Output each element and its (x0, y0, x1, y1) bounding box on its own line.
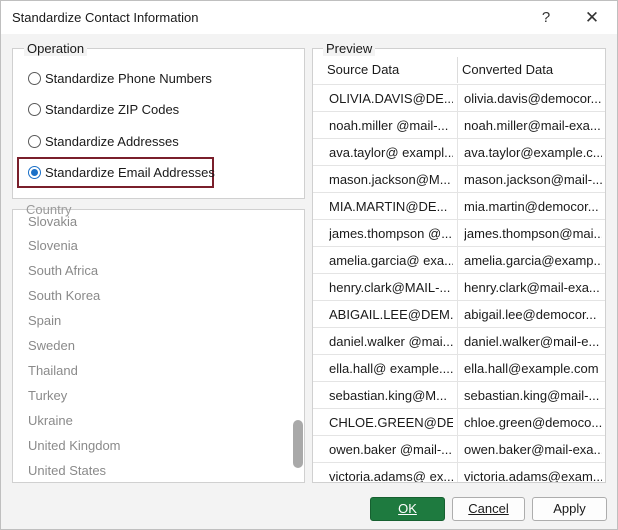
ok-button-label: OK (398, 501, 417, 516)
table-row: victoria.adams@ ex... victoria.adams@exam… (313, 462, 605, 483)
converted-cell: olivia.davis@democor... (464, 91, 602, 106)
cancel-button[interactable]: Cancel (452, 497, 525, 521)
column-divider (457, 84, 458, 482)
country-item[interactable]: Slovenia (28, 238, 78, 253)
dialog-title: Standardize Contact Information (12, 10, 199, 25)
source-cell: daniel.walker @mai... (329, 334, 453, 349)
source-cell: mason.jackson@M... (329, 172, 451, 187)
preview-label: Preview (323, 41, 376, 56)
preview-table: Source Data Converted Data OLIVIA.DAVIS@… (312, 48, 606, 483)
table-row: ava.taylor@ exampl... ava.taylor@example.… (313, 138, 605, 165)
table-row: OLIVIA.DAVIS@DE... olivia.davis@democor..… (313, 84, 605, 111)
country-item[interactable]: United Kingdom (28, 438, 121, 453)
radio-zip-codes[interactable]: Standardize ZIP Codes (28, 96, 179, 122)
source-cell: james.thompson @... (329, 226, 453, 241)
column-header-source: Source Data (327, 62, 400, 77)
table-row: daniel.walker @mai... daniel.walker@mail-… (313, 327, 605, 354)
table-row: amelia.garcia@ exa... amelia.garcia@examp… (313, 246, 605, 273)
cancel-button-label: Cancel (468, 501, 509, 516)
converted-cell: victoria.adams@exam... (464, 469, 602, 483)
radio-email-addresses-label: Standardize Email Addresses (45, 164, 215, 180)
converted-cell: amelia.garcia@examp... (464, 253, 602, 268)
country-item[interactable]: South Africa (28, 263, 98, 278)
country-item[interactable]: Turkey (28, 388, 67, 403)
table-row: james.thompson @... james.thompson@mai... (313, 219, 605, 246)
radio-zip-codes-label: Standardize ZIP Codes (45, 101, 180, 117)
table-row: owen.baker @mail-... owen.baker@mail-exa.… (313, 435, 605, 462)
country-item[interactable]: Thailand (28, 363, 78, 378)
source-cell: MIA.MARTIN@DE... (329, 199, 448, 214)
radio-addresses[interactable]: Standardize Addresses (28, 128, 179, 154)
country-item[interactable]: United States (28, 463, 106, 478)
column-header-converted: Converted Data (462, 62, 554, 77)
country-item[interactable]: Sweden (28, 338, 75, 353)
converted-cell: noah.miller@mail-exa... (464, 118, 601, 133)
column-separator (457, 57, 458, 83)
radio-phone-numbers-label: Standardize Phone Numbers (45, 70, 212, 86)
source-cell: ava.taylor@ exampl... (329, 145, 453, 160)
radio-addresses-icon[interactable] (28, 134, 41, 148)
apply-button-label: Apply (553, 501, 586, 516)
converted-cell: james.thompson@mai... (464, 226, 602, 241)
ok-button[interactable]: OK (370, 497, 445, 521)
standardize-dialog: Standardize Contact Information ? ✕ Oper… (0, 0, 618, 530)
source-cell: henry.clark@MAIL-... (329, 280, 451, 295)
country-label: Country (26, 202, 72, 217)
converted-cell: abigail.lee@democor... (464, 307, 597, 322)
converted-cell: sebastian.king@mail-... (464, 388, 600, 403)
source-cell: amelia.garcia@ exa... (329, 253, 453, 268)
converted-cell: ella.hall@example.com (464, 361, 599, 376)
radio-phone-numbers[interactable]: Standardize Phone Numbers (28, 65, 212, 91)
table-row: CHLOE.GREEN@DE... chloe.green@democo... (313, 408, 605, 435)
source-cell: sebastian.king@M... (329, 388, 447, 403)
country-item[interactable]: Spain (28, 313, 61, 328)
source-cell: owen.baker @mail-... (329, 442, 453, 457)
table-row: mason.jackson@M... mason.jackson@mail-... (313, 165, 605, 192)
radio-zip-codes-icon[interactable] (28, 102, 41, 116)
radio-email-addresses[interactable]: Standardize Email Addresses (28, 159, 215, 185)
country-item[interactable]: South Korea (28, 288, 100, 303)
source-cell: ella.hall@ example.... (329, 361, 453, 376)
source-cell: victoria.adams@ ex... (329, 469, 453, 483)
radio-addresses-label: Standardize Addresses (45, 133, 179, 149)
converted-cell: owen.baker@mail-exa... (464, 442, 602, 457)
table-row: henry.clark@MAIL-... henry.clark@mail-exa… (313, 273, 605, 300)
table-row: sebastian.king@M... sebastian.king@mail-.… (313, 381, 605, 408)
radio-phone-numbers-icon[interactable] (28, 71, 41, 85)
source-cell: ABIGAIL.LEE@DEM... (329, 307, 453, 322)
converted-cell: ava.taylor@example.c... (464, 145, 602, 160)
converted-cell: henry.clark@mail-exa... (464, 280, 600, 295)
country-list[interactable]: Slovakia Slovenia South Africa South Kor… (12, 209, 305, 483)
radio-email-addresses-icon[interactable] (28, 165, 41, 179)
country-scrollbar-thumb[interactable] (293, 420, 303, 468)
converted-cell: mia.martin@democor... (464, 199, 599, 214)
table-row: ABIGAIL.LEE@DEM... abigail.lee@democor... (313, 300, 605, 327)
converted-cell: daniel.walker@mail-e... (464, 334, 600, 349)
source-cell: CHLOE.GREEN@DE... (329, 415, 453, 430)
table-row: noah.miller @mail-... noah.miller@mail-ex… (313, 111, 605, 138)
help-button[interactable]: ? (531, 5, 561, 31)
converted-cell: chloe.green@democo... (464, 415, 602, 430)
source-cell: noah.miller @mail-... (329, 118, 449, 133)
source-cell: OLIVIA.DAVIS@DE... (329, 91, 453, 106)
apply-button[interactable]: Apply (532, 497, 607, 521)
operation-label: Operation (24, 41, 88, 56)
table-row: MIA.MARTIN@DE... mia.martin@democor... (313, 192, 605, 219)
close-button[interactable]: ✕ (577, 5, 607, 31)
country-item[interactable]: Ukraine (28, 413, 73, 428)
converted-cell: mason.jackson@mail-... (464, 172, 602, 187)
table-row: ella.hall@ example.... ella.hall@example.… (313, 354, 605, 381)
title-bar: Standardize Contact Information ? ✕ (1, 1, 617, 34)
